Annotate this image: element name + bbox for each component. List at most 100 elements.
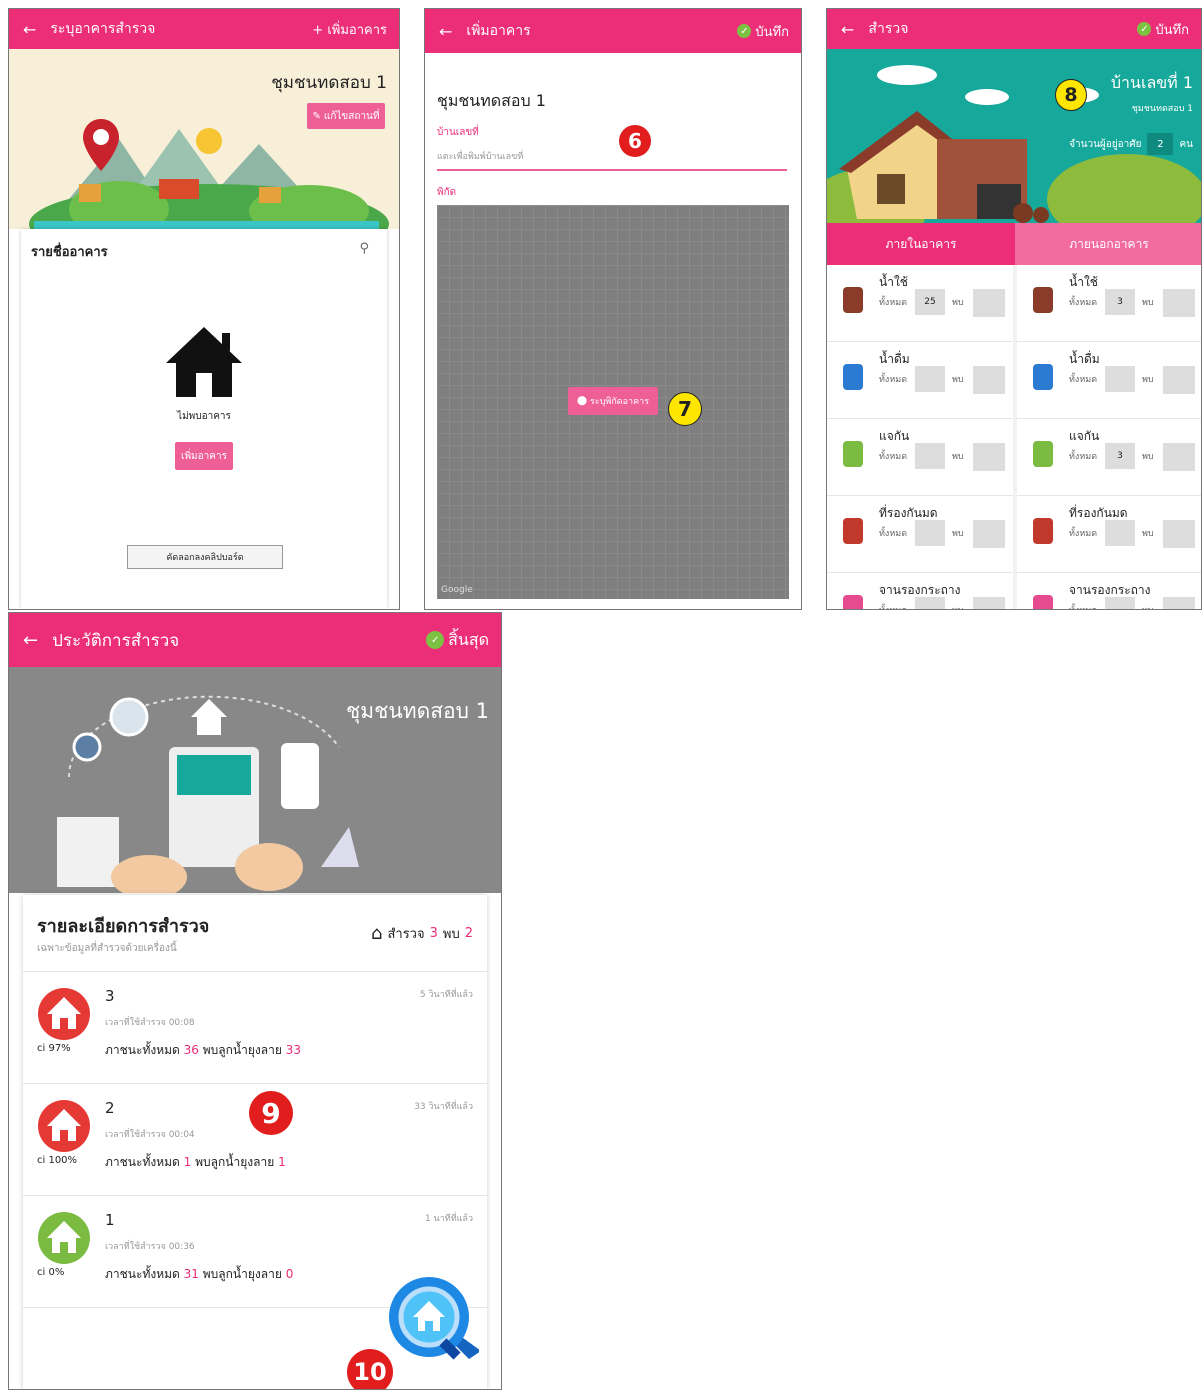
total-input[interactable]: [1105, 366, 1135, 392]
found-label: พบ: [1142, 529, 1154, 539]
history-item[interactable]: 3 เวลาที่ใช้สำรวจ 00:08 5 วินาทีที่แล้ว ci …: [23, 973, 487, 1084]
found-label: พบ: [952, 452, 964, 462]
jar-icon: [843, 287, 863, 313]
house-number-title: บ้านเลขที่ 1: [1110, 73, 1193, 92]
total-label: ทั้งหมด: [879, 298, 908, 308]
google-logo: Google: [441, 585, 473, 595]
map-view[interactable]: ⬤ ระบุพิกัดอาคาร Google: [437, 205, 789, 599]
house-status-icon: [38, 1100, 90, 1152]
flower-pot-icon: [843, 595, 863, 609]
check-icon: ✓: [737, 24, 752, 38]
total-label: ทั้งหมด: [879, 375, 908, 385]
container-name: แจกัน: [879, 429, 910, 443]
residents-input[interactable]: 2: [1147, 133, 1174, 155]
pencil-icon: ✎: [312, 110, 321, 122]
vase-icon: [843, 441, 863, 467]
found-input[interactable]: [1163, 366, 1195, 394]
time-ago: 5 วินาทีที่แล้ว: [419, 990, 473, 1000]
ci-value: ci 0%: [37, 1267, 65, 1278]
total-label: ทั้งหมด: [879, 529, 908, 539]
home-icon: ⌂: [371, 923, 383, 944]
larva-count: 1: [278, 1155, 286, 1169]
found-input[interactable]: [973, 366, 1005, 394]
total-input[interactable]: [915, 443, 945, 469]
community-name: ชุมชนทดสอบ 1: [346, 699, 489, 723]
found-input[interactable]: [973, 443, 1005, 471]
found-input[interactable]: [973, 289, 1005, 317]
total-input[interactable]: [1105, 597, 1135, 609]
add-building-link[interactable]: + เพิ่มอาคาร: [312, 19, 387, 40]
back-arrow-icon[interactable]: ←: [439, 22, 452, 41]
screen-survey-history: ← ประวัติการสำรวจ ✓ สิ้นสุด ชุมชนทดสอบ 1…: [8, 612, 502, 1390]
total-input[interactable]: 25: [915, 289, 945, 315]
container-name: น้ำใช้: [1069, 275, 1098, 289]
total-input[interactable]: [915, 597, 945, 609]
house-number-label: บ้านเลขที่: [437, 127, 479, 138]
callout-badge-9: 9: [249, 1091, 293, 1135]
search-icon[interactable]: ⚲: [359, 241, 369, 256]
ant-tray-icon: [843, 518, 863, 544]
vase-icon: [1033, 441, 1053, 467]
ant-tray-icon: [1033, 518, 1053, 544]
found-input[interactable]: [1163, 289, 1195, 317]
house-banner: บ้านเลขที่ 1 ชุมชนทดสอบ 1 จำนวนผู้อยู่อา…: [827, 49, 1201, 249]
appbar: ← ระบุอาคารสำรวจ + เพิ่มอาคาร: [9, 9, 399, 49]
tab-outside[interactable]: ภายนอกอาคาร: [1015, 223, 1201, 265]
copy-clipboard-button[interactable]: คัดลอกลงคลิปบอร์ด: [127, 545, 283, 569]
container-row-inside: น้ำดื่ม ทั้งหมด พบ: [827, 342, 1013, 419]
container-grid: น้ำใช้ ทั้งหมด 25 พบ น้ำใช้ ทั้งหมด 3 พบ น้ำดื่ม…: [827, 265, 1201, 609]
house-number-input[interactable]: แตะเพื่อพิมพ์บ้านเลขที่: [437, 149, 787, 171]
add-building-button[interactable]: เพิ่มอาคาร: [175, 442, 233, 470]
page-title: ระบุอาคารสำรวจ: [50, 21, 156, 37]
finish-button[interactable]: ✓ สิ้นสุด: [426, 628, 489, 653]
divider: [23, 971, 487, 972]
save-button[interactable]: ✓ บันทึก: [737, 21, 789, 42]
container-summary: ภาชนะทั้งหมด 36 พบลูกน้ำยุงลาย 33: [105, 1041, 301, 1060]
time-used: เวลาที่ใช้สำรวจ 00:04: [105, 1130, 195, 1140]
container-row-inside: จานรองกระถางทั้งหมดพบ: [827, 573, 1013, 609]
edit-location-label: แก้ไขสถานที่: [323, 110, 380, 122]
edit-location-button[interactable]: ✎ แก้ไขสถานที่: [307, 103, 385, 129]
house-number: 1: [105, 1211, 115, 1229]
community-name: ชุมชนทดสอบ 1: [271, 73, 387, 93]
found-input[interactable]: [1163, 597, 1195, 609]
house-magnifier-icon: [389, 1277, 481, 1360]
total-input[interactable]: [915, 520, 945, 546]
found-label: พบ: [952, 375, 964, 385]
total-count: 1: [183, 1155, 192, 1169]
survey-count: 3: [429, 926, 438, 941]
total-label: ภาชนะทั้งหมด: [105, 1267, 180, 1281]
total-input[interactable]: [1105, 520, 1135, 546]
found-input[interactable]: [973, 520, 1005, 548]
found-label: พบ: [952, 298, 964, 308]
found-input[interactable]: [1163, 443, 1195, 471]
found-input[interactable]: [973, 597, 1005, 609]
bottle-icon: [843, 364, 863, 390]
location-pin-icon: [83, 119, 119, 171]
found-count: 2: [464, 926, 473, 941]
back-arrow-icon[interactable]: ←: [23, 20, 36, 39]
house-icon: [166, 327, 242, 397]
tab-inside[interactable]: ภายในอาคาร: [827, 223, 1015, 265]
residents-unit: คน: [1179, 138, 1193, 150]
back-arrow-icon[interactable]: ←: [23, 630, 38, 651]
found-input[interactable]: [1163, 520, 1195, 548]
summary-counts: ⌂ สำรวจ 3 พบ 2: [371, 923, 473, 944]
finish-label: สิ้นสุด: [448, 629, 489, 649]
container-row-inside: ที่รองกันมด ทั้งหมด พบ: [827, 496, 1013, 573]
container-name: แจกัน: [1069, 429, 1100, 443]
total-count: 31: [183, 1267, 199, 1281]
larva-label: พบลูกน้ำยุงลาย: [202, 1043, 282, 1057]
total-input[interactable]: 3: [1105, 289, 1135, 315]
save-label: บันทึก: [1155, 22, 1189, 38]
total-input[interactable]: 3: [1105, 443, 1135, 469]
found-label: พบ: [952, 603, 964, 609]
save-button[interactable]: ✓ บันทึก: [1137, 19, 1189, 40]
locate-building-button[interactable]: ⬤ ระบุพิกัดอาคาร: [568, 387, 658, 415]
house-number: 3: [105, 987, 115, 1005]
house-status-icon: [38, 1212, 90, 1264]
total-input[interactable]: [915, 366, 945, 392]
floating-search-home-button[interactable]: [389, 1277, 481, 1367]
residents-row: จำนวนผู้อยู่อาศัย 2 คน: [1069, 133, 1193, 155]
back-arrow-icon[interactable]: ←: [841, 20, 854, 39]
